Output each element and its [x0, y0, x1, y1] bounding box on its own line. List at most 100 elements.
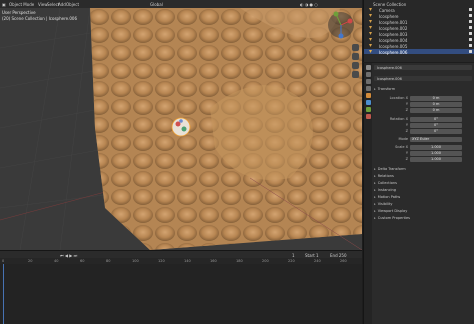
- outliner-item[interactable]: Icosphere.005: [364, 43, 474, 49]
- outliner-item[interactable]: Camera: [364, 7, 474, 13]
- data-tab-icon[interactable]: [365, 107, 371, 112]
- outliner-item-selected[interactable]: Icosphere.006: [364, 49, 474, 55]
- outliner-scene-collection[interactable]: Scene Collection: [364, 1, 474, 7]
- axis-z-label: Z: [405, 157, 408, 161]
- outliner-item[interactable]: Icosphere.003: [364, 31, 474, 37]
- x-axis-line: [0, 187, 121, 221]
- scale-z-field[interactable]: 1.000: [410, 157, 462, 162]
- tick: 160: [210, 259, 217, 263]
- object-name-block[interactable]: Icosphere.006: [374, 76, 472, 81]
- tool-tab-icon[interactable]: [365, 65, 371, 70]
- location-y-field[interactable]: 0 m: [410, 102, 462, 107]
- mesh-icon: [369, 50, 372, 53]
- rotation-mode-dropdown[interactable]: XYZ Euler: [410, 137, 462, 142]
- axis-z-label: Z: [405, 129, 408, 133]
- tick: 200: [262, 259, 269, 263]
- section-motion-paths[interactable]: Motion Paths: [374, 195, 474, 200]
- section-visibility[interactable]: Visibility: [374, 202, 474, 207]
- visibility-checkbox[interactable]: [469, 14, 472, 17]
- axis-y-label: Y: [405, 151, 408, 155]
- object-tab-icon[interactable]: [365, 93, 371, 98]
- outliner-item[interactable]: Icosphere.004: [364, 37, 474, 43]
- tick: 120: [158, 259, 165, 263]
- tick: 60: [80, 259, 85, 263]
- mesh-icon: [369, 44, 372, 47]
- visibility-checkbox[interactable]: [469, 32, 472, 35]
- outliner-item[interactable]: Icosphere.001: [364, 19, 474, 25]
- material-tab-icon[interactable]: [365, 114, 371, 119]
- section-delta-transform[interactable]: Delta Transform: [374, 167, 474, 172]
- modifier-tab-icon[interactable]: [365, 100, 371, 105]
- mesh-icon: [369, 26, 372, 29]
- playhead[interactable]: [3, 264, 4, 324]
- properties-editor: Icosphere.006 Icosphere.006 Transform Lo…: [363, 63, 474, 324]
- rotation-z-field[interactable]: 0°: [410, 129, 462, 134]
- visibility-checkbox[interactable]: [469, 26, 472, 29]
- scale-x-field[interactable]: 1.000: [410, 145, 462, 150]
- tick: 180: [236, 259, 243, 263]
- location-label: Location X: [389, 96, 408, 100]
- mesh-icon: [369, 32, 372, 35]
- section-instancing[interactable]: Instancing: [374, 188, 474, 193]
- tick: 80: [106, 259, 111, 263]
- pan-icon[interactable]: [352, 53, 359, 60]
- navigation-gizmo[interactable]: [326, 10, 356, 40]
- visibility-checkbox[interactable]: [469, 44, 472, 47]
- object-name-field[interactable]: Icosphere.006: [374, 65, 472, 70]
- viewport-scene: [0, 8, 362, 250]
- location-z-field[interactable]: 0 m: [410, 108, 462, 113]
- camera-icon[interactable]: [352, 62, 359, 69]
- menu-add[interactable]: Add: [58, 2, 66, 7]
- visibility-checkbox[interactable]: [469, 50, 472, 53]
- timeline-body[interactable]: [0, 264, 362, 324]
- section-viewport-display[interactable]: Viewport Display: [374, 209, 474, 214]
- mode-label: Mode: [398, 137, 408, 141]
- visibility-checkbox[interactable]: [469, 8, 472, 11]
- axis-y-label: Y: [405, 102, 408, 106]
- axis-y-label: Y: [405, 123, 408, 127]
- tick: 240: [314, 259, 321, 263]
- section-relations[interactable]: Relations: [374, 174, 474, 179]
- scene-tab-icon[interactable]: [365, 86, 371, 91]
- section-collections[interactable]: Collections: [374, 181, 474, 186]
- shading-buttons[interactable]: ◐ ◑ ● ○: [300, 2, 318, 7]
- outliner-item[interactable]: Icosphere: [364, 13, 474, 19]
- mode-dropdown[interactable]: Object Mode: [9, 2, 34, 7]
- 3d-viewport[interactable]: User Perspective (20) Scene Collection |…: [0, 8, 362, 250]
- scene-info: (20) Scene Collection | Icosphere.006: [2, 16, 77, 21]
- mesh-icon: [369, 38, 372, 41]
- outliner-item[interactable]: Icosphere.002: [364, 25, 474, 31]
- visibility-checkbox[interactable]: [469, 20, 472, 23]
- camera-icon: [369, 8, 372, 11]
- grid-icon[interactable]: [352, 71, 359, 78]
- tick: 40: [54, 259, 59, 263]
- scale-y-field[interactable]: 1.000: [410, 151, 462, 156]
- mesh-icon: [369, 20, 372, 23]
- scale-label: Scale X: [395, 145, 408, 149]
- axis-z-label: Z: [405, 108, 408, 112]
- tick: 140: [184, 259, 191, 263]
- tick: 260: [340, 259, 347, 263]
- selected-icosphere[interactable]: [171, 117, 191, 137]
- tick: 220: [288, 259, 295, 263]
- editor-type-icon[interactable]: ▣: [2, 2, 6, 7]
- viewport-tools: [352, 44, 360, 80]
- viewport-info: User Perspective (20) Scene Collection |…: [2, 10, 77, 22]
- output-tab-icon[interactable]: [365, 79, 371, 84]
- properties-tabs: [364, 63, 372, 324]
- tick: 0: [2, 259, 5, 263]
- location-x-field[interactable]: 0 m: [410, 96, 462, 101]
- visibility-checkbox[interactable]: [469, 38, 472, 41]
- rotation-y-field[interactable]: 0°: [410, 123, 462, 128]
- rotation-label: Rotation X: [389, 117, 408, 121]
- tick: 20: [28, 259, 33, 263]
- rotation-x-field[interactable]: 0°: [410, 117, 462, 122]
- section-transform[interactable]: Transform: [374, 87, 474, 92]
- tick: 100: [132, 259, 139, 263]
- zoom-icon[interactable]: [352, 44, 359, 51]
- mesh-icon: [369, 14, 372, 17]
- render-tab-icon[interactable]: [365, 72, 371, 77]
- section-custom-properties[interactable]: Custom Properties: [374, 216, 474, 221]
- transform-orientation[interactable]: Global: [150, 2, 163, 7]
- menu-object[interactable]: Object: [66, 2, 79, 7]
